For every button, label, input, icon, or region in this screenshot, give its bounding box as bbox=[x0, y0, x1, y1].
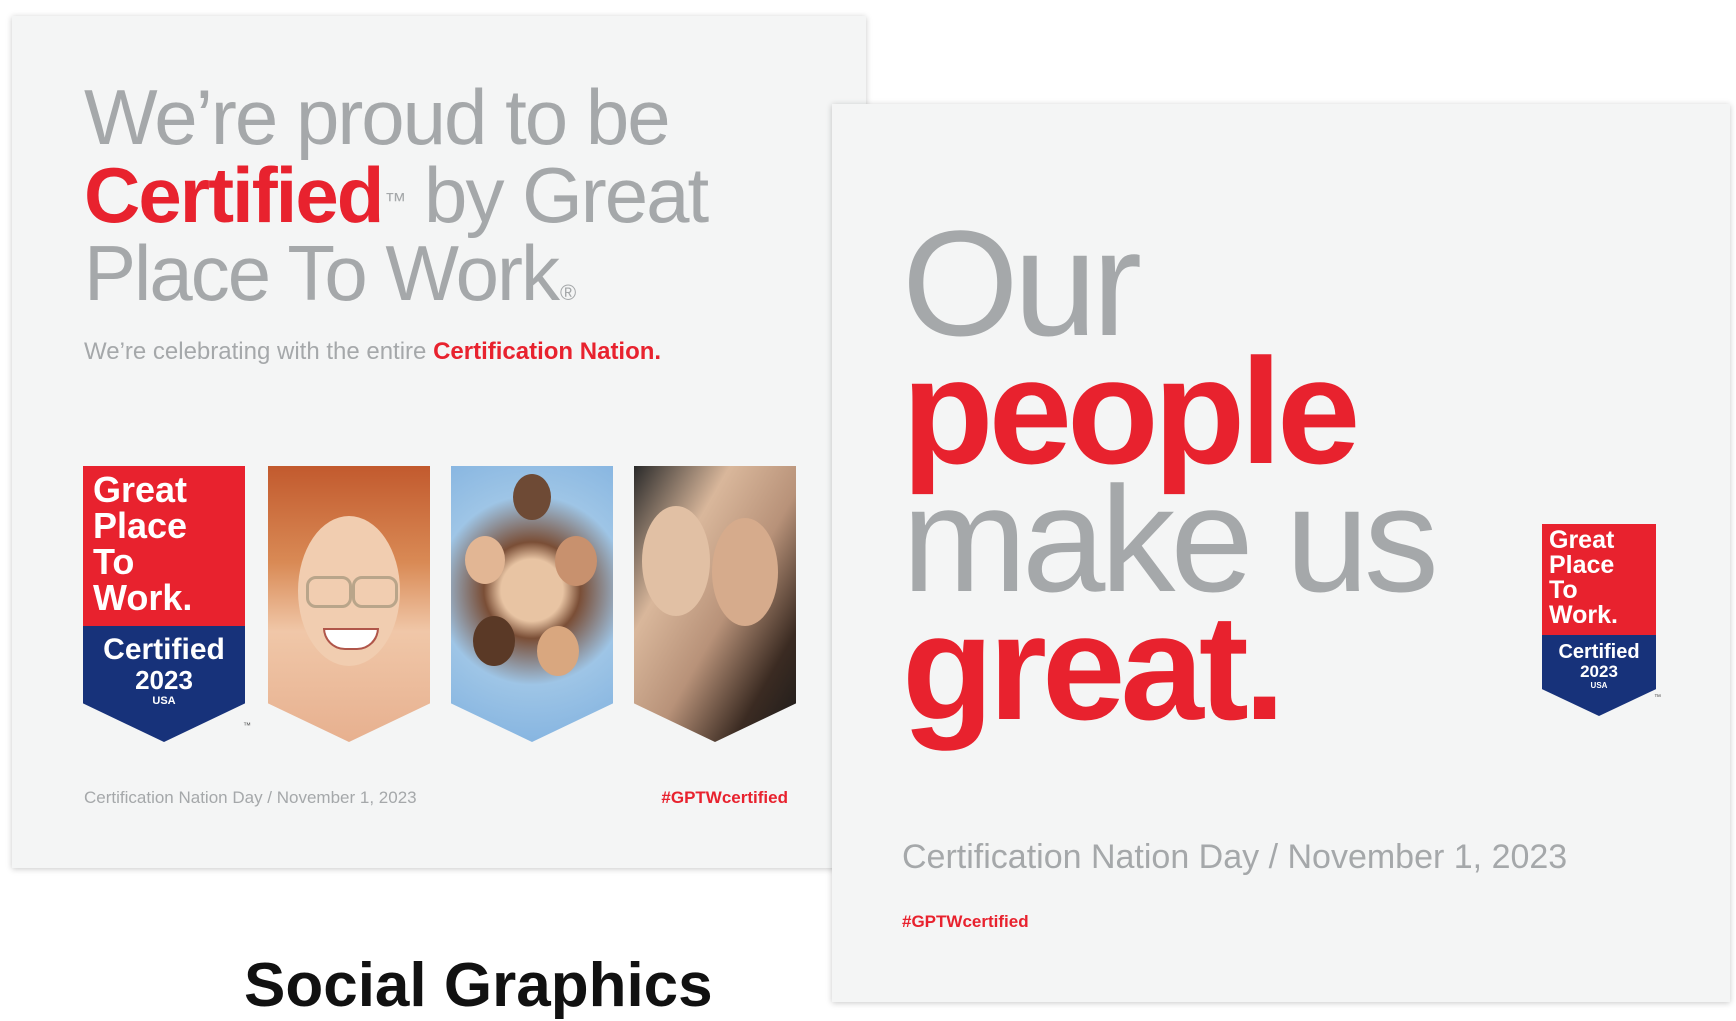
badge-line-work: Work. bbox=[1549, 601, 1618, 629]
headline-line-1: We’re proud to be bbox=[84, 73, 671, 161]
badge-country: USA bbox=[152, 695, 176, 708]
headline-by-great: by Great bbox=[404, 151, 709, 239]
badge-country: USA bbox=[1590, 681, 1608, 691]
headline: We’re proud to be Certified™ by Great Pl… bbox=[84, 78, 709, 332]
photo-two-women bbox=[634, 466, 796, 742]
badge-line-to: To bbox=[1549, 576, 1578, 604]
badge-year: 2023 bbox=[135, 665, 193, 696]
badge-line-place: Place bbox=[93, 505, 188, 546]
badge-certified: Certified bbox=[1558, 641, 1640, 664]
hashtag: #GPTWcertified bbox=[661, 788, 788, 807]
caption-social-graphics: Social Graphics bbox=[244, 951, 713, 1020]
badge-line-great: Great bbox=[1549, 526, 1615, 554]
badge-certified: Certified bbox=[103, 633, 225, 667]
subline-red: Certification Nation. bbox=[433, 338, 662, 365]
subline-gray: We’re celebrating with the entire bbox=[84, 338, 434, 365]
headline-line-3: Place To Work bbox=[84, 229, 560, 317]
hashtag: #GPTWcertified bbox=[902, 912, 1029, 931]
subline: We’re celebrating with the entire Certif… bbox=[84, 338, 661, 366]
badge-line-to: To bbox=[93, 541, 135, 582]
headline-great: great. bbox=[902, 583, 1285, 751]
registered-mark: ® bbox=[560, 280, 576, 305]
footer-date: Certification Nation Day / November 1, 2… bbox=[902, 838, 1568, 876]
badge-line-place: Place bbox=[1549, 551, 1615, 579]
trademark-mark: ™ bbox=[384, 188, 406, 213]
footer-date: Certification Nation Day / November 1, 2… bbox=[84, 788, 417, 807]
social-graphic-left: We’re proud to be Certified™ by Great Pl… bbox=[12, 16, 866, 868]
social-graphic-right: Our people make us great. Great Place To… bbox=[832, 104, 1730, 1002]
badge-line-great: Great bbox=[93, 469, 188, 510]
badge-year: 2023 bbox=[1580, 662, 1618, 682]
headline-certified: Certified bbox=[84, 151, 384, 239]
photo-smiling-woman bbox=[268, 466, 430, 742]
certified-badge: Great Place To Work. Certified 2023 USA bbox=[83, 466, 245, 742]
badge-trademark: ™ bbox=[1654, 694, 1661, 701]
certified-badge: Great Place To Work. Certified 2023 USA bbox=[1542, 524, 1656, 716]
photo-group-circle bbox=[451, 466, 613, 742]
badge-trademark: ™ bbox=[243, 721, 251, 730]
badge-line-work: Work. bbox=[93, 577, 193, 618]
